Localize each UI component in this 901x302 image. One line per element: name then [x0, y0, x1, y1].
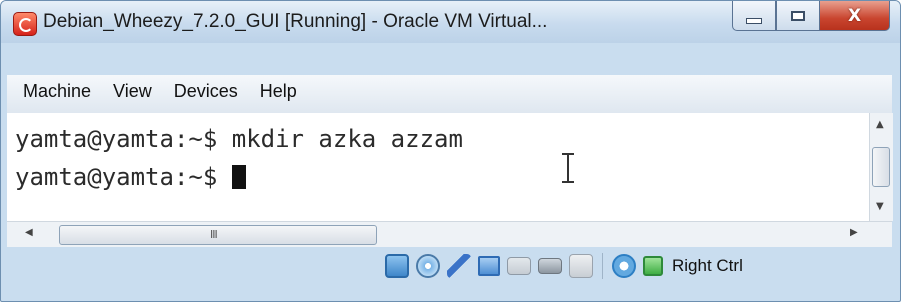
host-key-label: Right Ctrl	[672, 256, 743, 275]
vm-window: Debian_Wheezy_7.2.0_GUI [Running] - Orac…	[0, 0, 901, 302]
usb-icon[interactable]	[447, 254, 471, 278]
vertical-scroll-thumb[interactable]	[872, 147, 890, 187]
scroll-right-arrow-icon[interactable]: ▶	[850, 227, 858, 238]
vertical-scrollbar[interactable]: ▲ ▼	[869, 113, 893, 221]
mouse-integration-icon[interactable]	[612, 254, 636, 278]
horizontal-scroll-thumb[interactable]: III	[59, 225, 377, 245]
status-separator	[602, 253, 603, 279]
scroll-up-arrow-icon[interactable]: ▲	[876, 119, 884, 130]
terminal-cursor	[231, 165, 246, 189]
status-bar: Right Ctrl	[7, 247, 892, 297]
virtualbox-app-icon[interactable]	[13, 12, 37, 36]
terminal-line: yamta@yamta:~$ mkdir azka azzam	[15, 125, 463, 153]
terminal-screen[interactable]: yamta@yamta:~$ mkdir azka azzam yamta@ya…	[7, 113, 869, 221]
text-cursor-icon	[562, 153, 574, 183]
horizontal-scrollbar[interactable]: ◀ III ▶	[7, 221, 892, 248]
terminal-line-text: yamta@yamta:~$	[15, 163, 232, 191]
close-icon: X	[847, 5, 862, 26]
window-controls: X	[732, 1, 890, 31]
scroll-down-arrow-icon[interactable]: ▼	[876, 201, 884, 212]
keyboard-capture-icon[interactable]	[643, 256, 663, 276]
network-icon[interactable]	[478, 256, 500, 276]
video-capture-icon[interactable]	[538, 258, 562, 274]
maximize-button[interactable]	[776, 1, 820, 31]
hard-disk-icon[interactable]	[385, 254, 409, 278]
window-frame	[7, 43, 892, 75]
scroll-left-arrow-icon[interactable]: ◀	[25, 227, 33, 238]
terminal-line-text: yamta@yamta:~$ mkdir azka azzam	[15, 125, 463, 153]
menu-help[interactable]: Help	[260, 81, 297, 102]
menu-machine[interactable]: Machine	[23, 81, 91, 102]
optical-drive-icon[interactable]	[416, 254, 440, 278]
window-title: Debian_Wheezy_7.2.0_GUI [Running] - Orac…	[43, 11, 548, 32]
status-icons: Right Ctrl	[385, 253, 743, 279]
maximize-icon	[791, 10, 805, 21]
shared-folders-icon[interactable]	[507, 257, 531, 275]
title-bar[interactable]: Debian_Wheezy_7.2.0_GUI [Running] - Orac…	[1, 1, 900, 43]
menu-view[interactable]: View	[113, 81, 152, 102]
close-button[interactable]: X	[820, 1, 890, 31]
terminal-line: yamta@yamta:~$	[15, 163, 246, 191]
recording-icon[interactable]	[569, 254, 593, 278]
menu-devices[interactable]: Devices	[174, 81, 238, 102]
minimize-icon	[746, 17, 762, 24]
menu-items: Machine View Devices Help	[7, 81, 319, 102]
minimize-button[interactable]	[732, 1, 776, 31]
scroll-grip: III	[210, 228, 218, 241]
